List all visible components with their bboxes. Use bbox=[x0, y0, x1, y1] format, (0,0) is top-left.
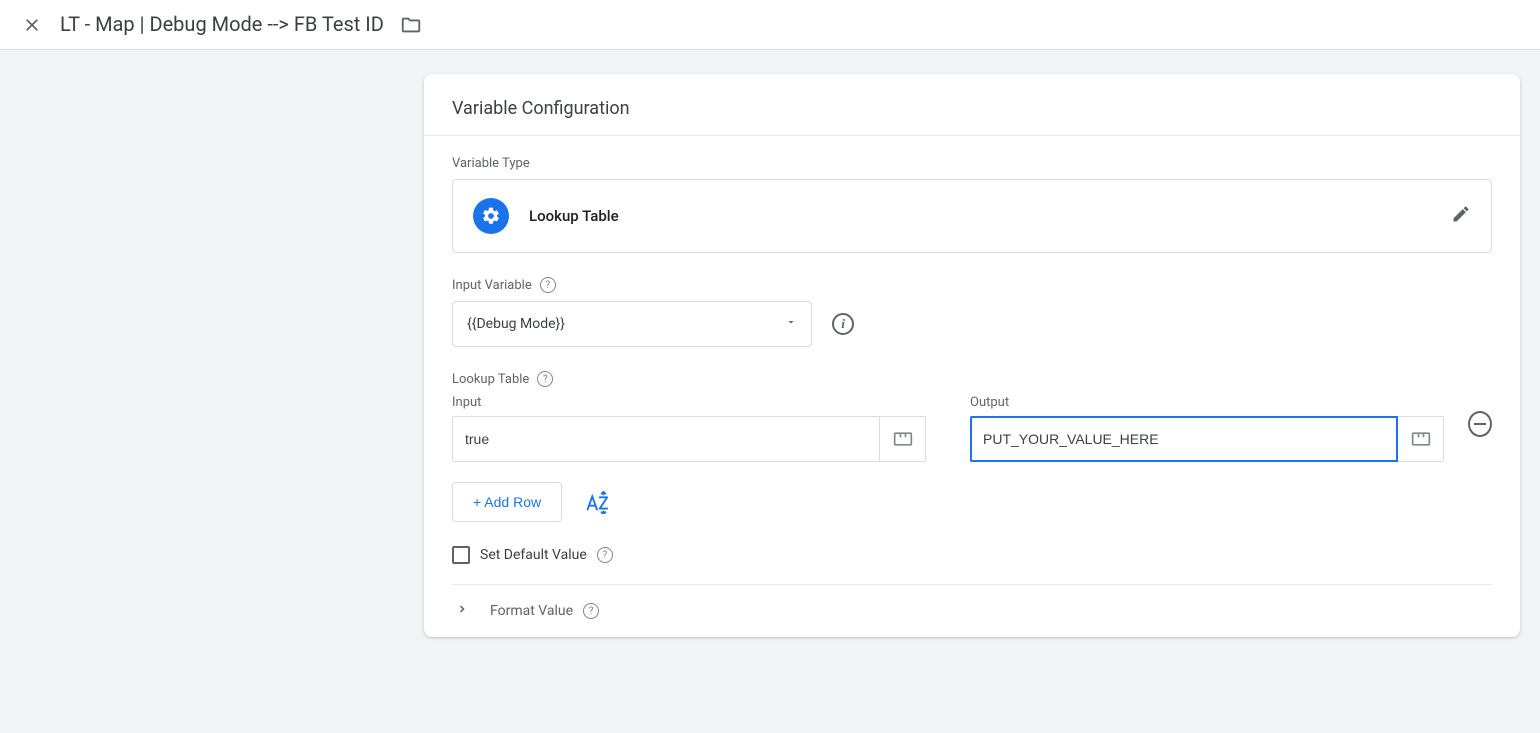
page-title[interactable]: LT - Map | Debug Mode --> FB Test ID bbox=[60, 12, 384, 37]
gear-icon-circle bbox=[473, 198, 509, 234]
variable-picker-button[interactable] bbox=[880, 416, 926, 462]
input-variable-label: Input Variable ? bbox=[452, 277, 1492, 293]
format-value-label: Format Value ? bbox=[490, 603, 599, 619]
lookup-output-field[interactable] bbox=[970, 416, 1398, 462]
sort-az-icon bbox=[582, 490, 610, 514]
chevron-right-icon bbox=[456, 603, 468, 615]
content-area: Variable Configuration Variable Type Loo… bbox=[0, 50, 1540, 637]
lookup-row: Input Output bbox=[452, 395, 1492, 462]
sort-button[interactable] bbox=[582, 490, 610, 514]
pencil-icon bbox=[1451, 204, 1471, 224]
dropdown-arrow bbox=[785, 316, 797, 332]
lookup-input-col: Input bbox=[452, 395, 926, 462]
info-icon[interactable]: i bbox=[832, 313, 854, 335]
close-button[interactable] bbox=[20, 13, 44, 37]
output-col-header: Output bbox=[970, 395, 1444, 410]
folder-button[interactable] bbox=[400, 14, 422, 36]
help-icon[interactable]: ? bbox=[537, 371, 553, 387]
input-field-group bbox=[452, 416, 926, 462]
variable-type-label: Variable Type bbox=[452, 156, 1492, 171]
folder-icon bbox=[400, 14, 422, 36]
card-body: Variable Type Lookup Table Input Variabl… bbox=[424, 136, 1520, 637]
input-variable-row: {{Debug Mode}} i bbox=[452, 301, 1492, 347]
variable-config-card: Variable Configuration Variable Type Loo… bbox=[424, 74, 1520, 637]
add-row-button[interactable]: + Add Row bbox=[452, 482, 562, 522]
close-icon bbox=[23, 16, 41, 34]
input-variable-value: {{Debug Mode}} bbox=[467, 316, 565, 332]
lookup-table-section: Lookup Table ? Input Outp bbox=[452, 371, 1492, 522]
variable-type-name: Lookup Table bbox=[529, 207, 1451, 225]
gear-icon bbox=[481, 206, 501, 226]
chevron-down-icon bbox=[785, 316, 797, 328]
variable-type-selector[interactable]: Lookup Table bbox=[452, 179, 1492, 253]
input-variable-label-text: Input Variable bbox=[452, 278, 532, 293]
remove-row-button[interactable] bbox=[1468, 411, 1492, 437]
lookup-table-label: Lookup Table ? bbox=[452, 371, 1492, 387]
editor-header: LT - Map | Debug Mode --> FB Test ID bbox=[0, 0, 1540, 50]
edit-type-button[interactable] bbox=[1451, 204, 1471, 228]
lookup-input-field[interactable] bbox=[452, 416, 880, 462]
input-variable-select[interactable]: {{Debug Mode}} bbox=[452, 301, 812, 347]
expand-format-toggle[interactable] bbox=[452, 603, 472, 619]
input-col-header: Input bbox=[452, 395, 926, 410]
card-title: Variable Configuration bbox=[424, 74, 1520, 136]
help-icon[interactable]: ? bbox=[583, 603, 599, 619]
variable-picker-button[interactable] bbox=[1398, 416, 1444, 462]
brick-icon bbox=[893, 431, 913, 447]
set-default-checkbox[interactable] bbox=[452, 546, 470, 564]
add-row-section: + Add Row bbox=[452, 482, 1492, 522]
help-icon[interactable]: ? bbox=[597, 547, 613, 563]
lookup-table-label-text: Lookup Table bbox=[452, 372, 529, 387]
output-field-group bbox=[970, 416, 1444, 462]
format-value-text: Format Value bbox=[490, 603, 573, 619]
brick-icon bbox=[1411, 431, 1431, 447]
set-default-row: Set Default Value ? bbox=[452, 546, 1492, 584]
set-default-label: Set Default Value bbox=[480, 547, 587, 563]
format-value-row[interactable]: Format Value ? bbox=[452, 584, 1492, 637]
lookup-output-col: Output bbox=[970, 395, 1444, 462]
help-icon[interactable]: ? bbox=[540, 277, 556, 293]
